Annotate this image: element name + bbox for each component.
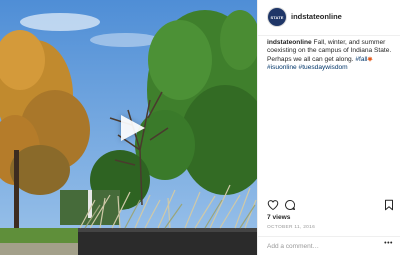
action-bar	[267, 199, 395, 211]
heart-icon[interactable]	[267, 199, 279, 211]
post-video[interactable]	[0, 0, 257, 255]
post-side-panel: STATE indstateonline indstateonline Fall…	[257, 0, 400, 255]
hashtag-isuonline[interactable]: #isuonline	[267, 64, 297, 71]
hashtag-tuesdaywisdom[interactable]: #tuesdaywisdom	[299, 64, 348, 71]
comment-icon[interactable]	[284, 199, 296, 211]
play-icon	[121, 115, 145, 141]
comment-bar: •••	[258, 236, 400, 255]
caption-username[interactable]: indstateonline	[267, 39, 312, 46]
bookmark-icon[interactable]	[383, 199, 395, 211]
username-link[interactable]: indstateonline	[291, 12, 342, 21]
post-caption: indstateonline Fall, winter, and summer …	[267, 39, 395, 73]
maple-leaf-icon	[367, 56, 374, 62]
post-header: STATE indstateonline	[258, 0, 400, 36]
view-count[interactable]: 7 views	[267, 214, 290, 221]
comment-input[interactable]	[267, 240, 377, 252]
avatar[interactable]: STATE	[268, 8, 286, 26]
post-date[interactable]: OCTOBER 11, 2016	[267, 225, 315, 230]
instagram-post: STATE indstateonline indstateonline Fall…	[0, 0, 400, 255]
play-button[interactable]	[116, 114, 145, 142]
more-options-button[interactable]: •••	[384, 240, 393, 247]
hashtag-fall[interactable]: #fall	[355, 56, 367, 63]
